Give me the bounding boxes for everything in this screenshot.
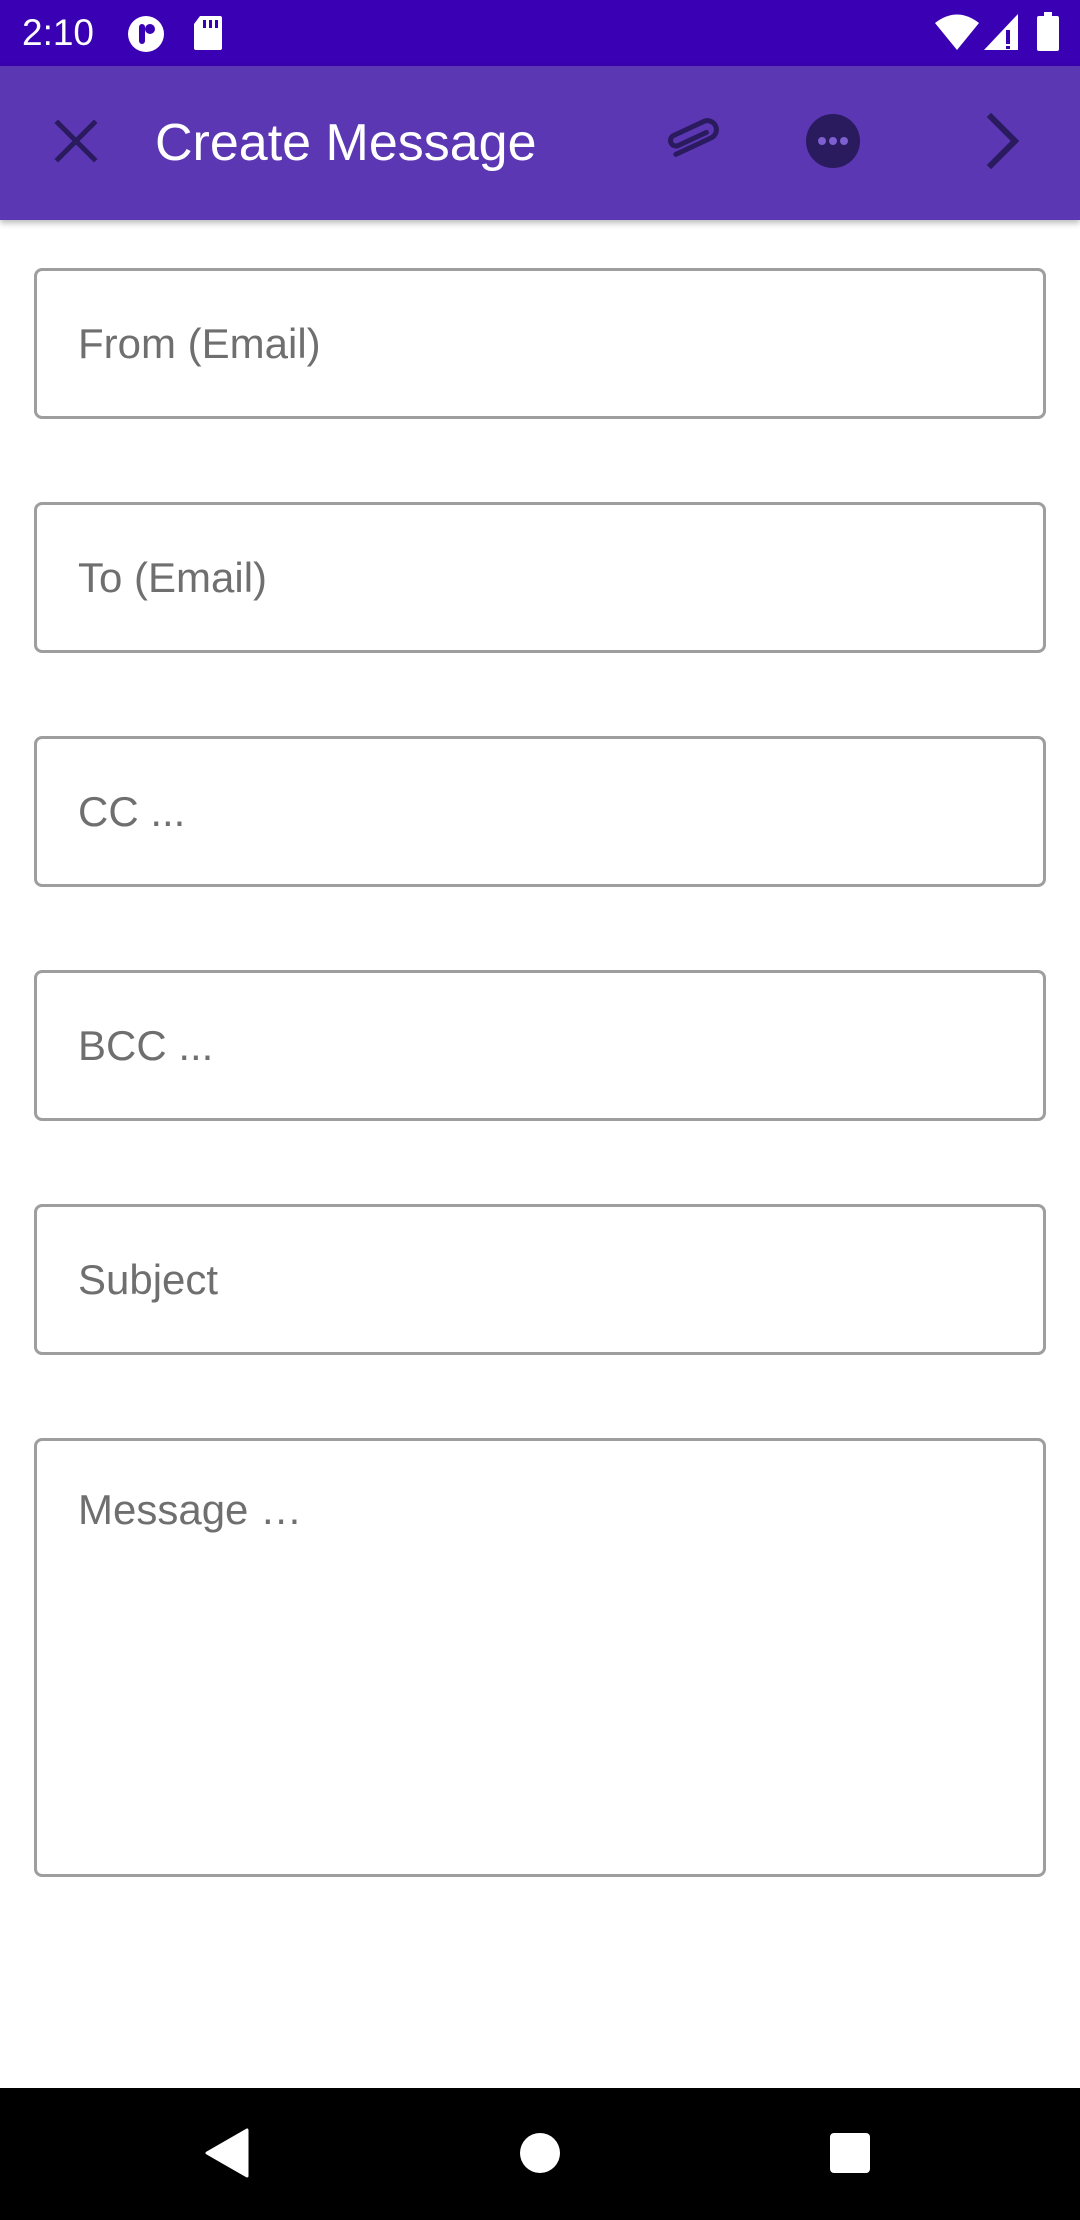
back-icon bbox=[203, 2128, 251, 2183]
recents-button[interactable] bbox=[805, 2110, 895, 2200]
attach-button[interactable] bbox=[640, 88, 750, 198]
to-input[interactable] bbox=[37, 505, 1043, 650]
app-bar: Create Message bbox=[0, 66, 1080, 220]
close-icon bbox=[54, 118, 98, 168]
from-field[interactable] bbox=[34, 268, 1046, 419]
subject-input[interactable] bbox=[37, 1207, 1043, 1352]
notification-app-icon bbox=[126, 14, 166, 59]
recents-icon bbox=[829, 2132, 871, 2179]
to-field[interactable] bbox=[34, 502, 1046, 653]
cc-input[interactable] bbox=[37, 739, 1043, 884]
signal-icon bbox=[982, 12, 1020, 57]
more-options-button[interactable] bbox=[778, 88, 888, 198]
sd-card-icon bbox=[192, 14, 224, 57]
attach-icon bbox=[665, 111, 725, 176]
close-button[interactable] bbox=[21, 88, 131, 198]
home-icon bbox=[519, 2132, 561, 2179]
cc-field[interactable] bbox=[34, 736, 1046, 887]
navigation-bar bbox=[0, 2088, 1080, 2220]
status-time: 2:10 bbox=[22, 12, 95, 53]
more-options-icon bbox=[805, 113, 861, 174]
status-bar: 2:10 bbox=[0, 0, 1080, 66]
send-next-icon bbox=[983, 112, 1023, 174]
back-button[interactable] bbox=[182, 2110, 272, 2200]
bcc-field[interactable] bbox=[34, 970, 1046, 1121]
wifi-icon bbox=[934, 12, 980, 57]
subject-field[interactable] bbox=[34, 1204, 1046, 1355]
bcc-input[interactable] bbox=[37, 973, 1043, 1118]
message-field[interactable] bbox=[34, 1438, 1046, 1877]
page-title: Create Message bbox=[155, 114, 537, 172]
home-button[interactable] bbox=[495, 2110, 585, 2200]
from-input[interactable] bbox=[37, 271, 1043, 416]
battery-icon bbox=[1036, 12, 1060, 57]
send-button[interactable] bbox=[948, 88, 1058, 198]
message-input[interactable] bbox=[37, 1441, 1043, 1874]
